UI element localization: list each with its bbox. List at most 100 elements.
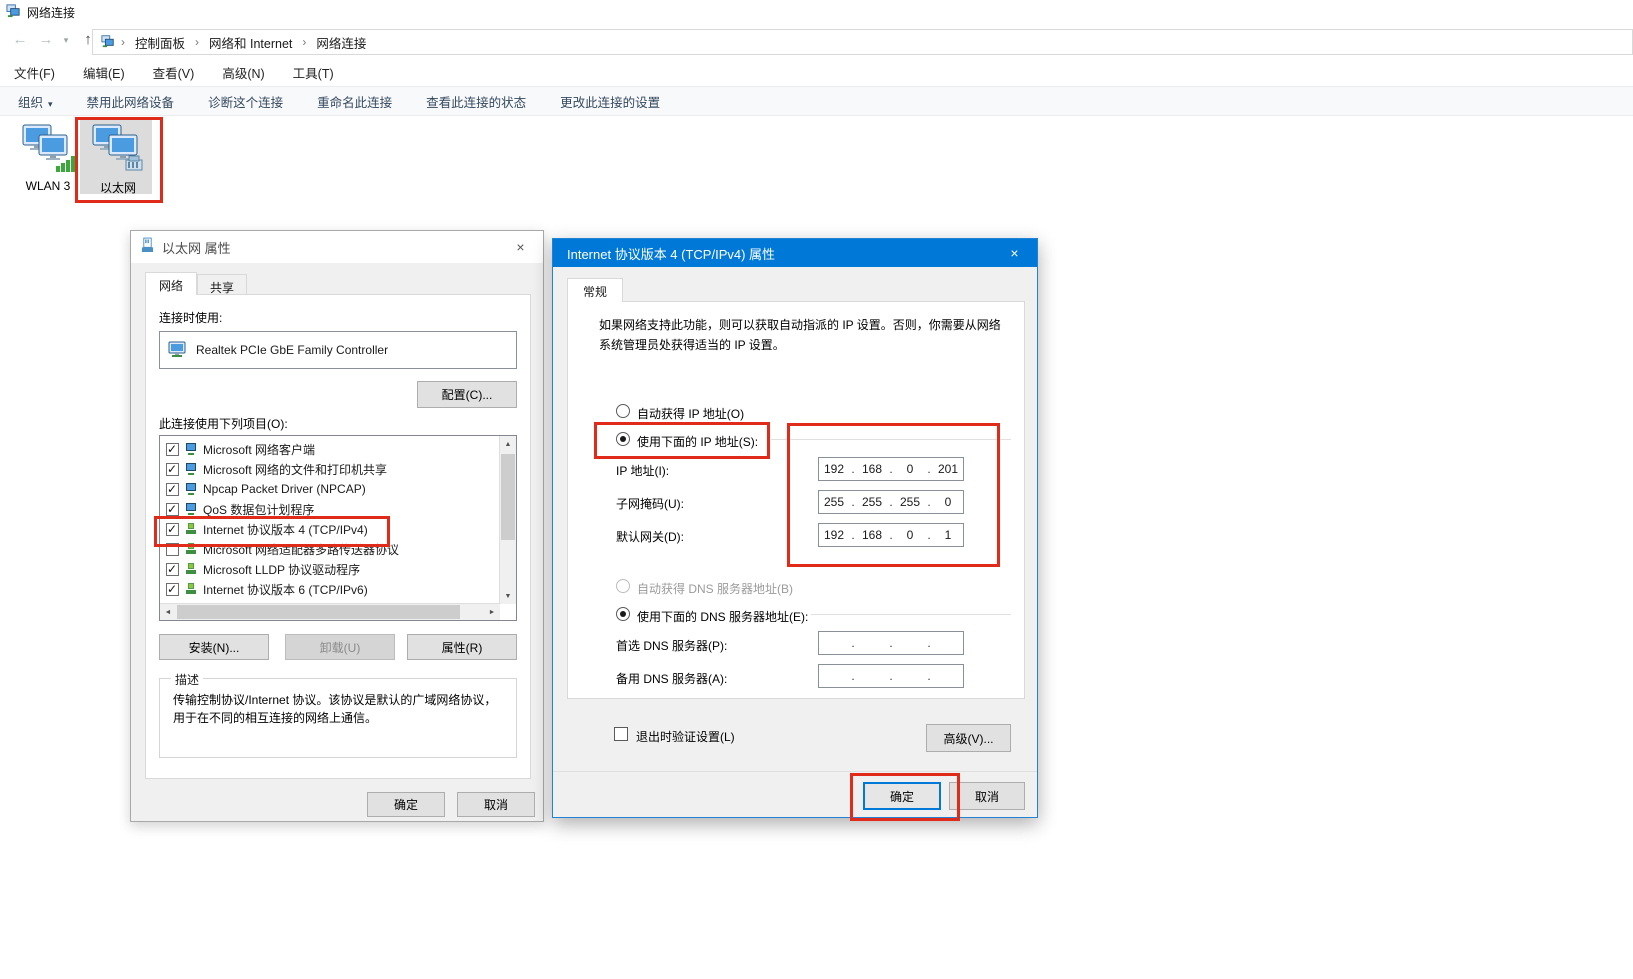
item-checkbox[interactable] xyxy=(166,583,179,596)
item-checkbox[interactable] xyxy=(166,543,179,556)
tcpipv4-properties-dialog: Internet 协议版本 4 (TCP/IPv4) 属性 × 常规 如果网络支… xyxy=(552,238,1038,818)
organize-menu-button[interactable]: 组织▾ xyxy=(18,92,53,111)
item-checkbox[interactable] xyxy=(166,483,179,496)
preferred-dns-field[interactable]: ... xyxy=(818,631,964,655)
scroll-right-icon[interactable]: ► xyxy=(484,604,500,620)
protocol-list-item[interactable]: Internet 协议版本 6 (TCP/IPv6) xyxy=(161,579,499,599)
item-label: Microsoft 网络适配器多路传送器协议 xyxy=(203,541,399,558)
cancel-button[interactable]: 取消 xyxy=(949,782,1025,810)
menu-view[interactable]: 查看(V) xyxy=(149,61,199,84)
breadcrumb-network-connections[interactable]: 网络连接 xyxy=(312,33,370,52)
protocol-list-item[interactable]: Internet 协议版本 4 (TCP/IPv4) xyxy=(161,519,499,539)
validate-settings-label[interactable]: 退出时验证设置(L) xyxy=(636,728,735,745)
intro-text: 如果网络支持此功能，则可以获取自动指派的 IP 设置。否则，你需要从网络系统管理… xyxy=(599,315,1001,355)
address-bar[interactable]: › 控制面板 › 网络和 Internet › 网络连接 xyxy=(92,29,1633,55)
tab-network[interactable]: 网络 xyxy=(145,272,197,295)
change-settings-button[interactable]: 更改此连接的设置 xyxy=(560,92,660,111)
item-checkbox[interactable] xyxy=(166,463,179,476)
horizontal-scrollbar[interactable]: ◄ ► xyxy=(160,603,500,620)
ip-address-field[interactable]: 192.168.0.201 xyxy=(818,457,964,481)
vertical-scrollbar[interactable]: ▲ ▼ xyxy=(499,436,516,604)
scroll-left-icon[interactable]: ◄ xyxy=(160,604,176,620)
protocol-list-item[interactable]: QoS 数据包计划程序 xyxy=(161,499,499,519)
ipv4-dialog-titlebar[interactable]: Internet 协议版本 4 (TCP/IPv4) 属性 × xyxy=(553,239,1037,267)
menu-advanced[interactable]: 高级(N) xyxy=(218,61,268,84)
radio-auto-ip[interactable] xyxy=(616,404,630,418)
advanced-button[interactable]: 高级(V)... xyxy=(926,724,1011,752)
tab-sharing[interactable]: 共享 xyxy=(197,274,247,295)
protocol-list-item[interactable]: Microsoft 网络的文件和打印机共享 xyxy=(161,459,499,479)
view-status-button[interactable]: 查看此连接的状态 xyxy=(426,92,526,111)
alternate-dns-label: 备用 DNS 服务器(A): xyxy=(616,670,727,687)
cancel-button[interactable]: 取消 xyxy=(457,792,535,817)
menu-edit[interactable]: 编辑(E) xyxy=(79,61,129,84)
item-checkbox[interactable] xyxy=(166,443,179,456)
disable-device-button[interactable]: 禁用此网络设备 xyxy=(87,92,175,111)
item-label: Npcap Packet Driver (NPCAP) xyxy=(203,482,366,496)
install-button[interactable]: 安装(N)... xyxy=(159,634,269,660)
radio-manual-dns-label[interactable]: 使用下面的 DNS 服务器地址(E): xyxy=(637,608,808,625)
breadcrumb-network-and-internet[interactable]: 网络和 Internet xyxy=(205,33,296,52)
validate-settings-checkbox[interactable] xyxy=(614,727,628,741)
forward-button[interactable]: → xyxy=(34,27,58,53)
protocol-list-item[interactable]: Npcap Packet Driver (NPCAP) xyxy=(161,479,499,499)
items-list-label: 此连接使用下列项目(O): xyxy=(159,415,288,432)
chevron-down-icon: ▾ xyxy=(48,99,53,109)
item-label: QoS 数据包计划程序 xyxy=(203,501,314,518)
menu-tools[interactable]: 工具(T) xyxy=(289,61,338,84)
recent-locations-chevron-icon[interactable]: ▾ xyxy=(58,27,74,53)
tab-general[interactable]: 常规 xyxy=(567,278,623,302)
item-checkbox[interactable] xyxy=(166,523,179,536)
radio-manual-ip-label[interactable]: 使用下面的 IP 地址(S): xyxy=(637,433,758,450)
close-icon[interactable]: × xyxy=(498,231,543,263)
subnet-mask-label: 子网掩码(U): xyxy=(616,495,684,512)
protocol-listbox[interactable]: Microsoft 网络客户端Microsoft 网络的文件和打印机共享 Npca… xyxy=(159,435,517,621)
item-checkbox[interactable] xyxy=(166,563,179,576)
breadcrumb-control-panel[interactable]: 控制面板 xyxy=(131,33,189,52)
alternate-dns-field[interactable]: ... xyxy=(818,664,964,688)
radio-manual-dns[interactable] xyxy=(616,607,630,621)
network-adapter-icon xyxy=(168,340,186,361)
rename-connection-button[interactable]: 重命名此连接 xyxy=(317,92,392,111)
subnet-mask-field[interactable]: 255.255.255.0 xyxy=(818,490,964,514)
back-button[interactable]: ← xyxy=(8,27,32,53)
protocol-icon xyxy=(185,523,197,535)
connection-item-wlan3[interactable]: WLAN 3 xyxy=(14,122,82,193)
protocol-list-item[interactable]: Microsoft 网络适配器多路传送器协议 xyxy=(161,539,499,559)
connection-item-ethernet[interactable]: 以太网 xyxy=(84,122,152,196)
scroll-down-icon[interactable]: ▼ xyxy=(500,588,516,604)
breadcrumb-separator-icon: › xyxy=(193,35,201,49)
ok-button[interactable]: 确定 xyxy=(367,792,445,817)
uninstall-button: 卸载(U) xyxy=(285,634,395,660)
protocol-list-item[interactable]: Microsoft 网络客户端 xyxy=(161,439,499,459)
item-label: Microsoft 网络客户端 xyxy=(203,441,315,458)
menu-file[interactable]: 文件(F) xyxy=(10,61,59,84)
diagnose-connection-button[interactable]: 诊断这个连接 xyxy=(208,92,283,111)
item-checkbox[interactable] xyxy=(166,503,179,516)
breadcrumb-separator-icon: › xyxy=(300,35,308,49)
default-gateway-field[interactable]: 192.168.0.1 xyxy=(818,523,964,547)
protocol-list-item[interactable]: Microsoft LLDP 协议驱动程序 xyxy=(161,559,499,579)
radio-manual-ip[interactable] xyxy=(616,432,630,446)
radio-auto-ip-label[interactable]: 自动获得 IP 地址(O) xyxy=(637,405,744,422)
protocol-icon xyxy=(185,543,197,555)
ok-button[interactable]: 确定 xyxy=(863,782,941,810)
adapter-name: Realtek PCIe GbE Family Controller xyxy=(196,343,388,357)
protocol-icon xyxy=(185,583,197,595)
configure-button[interactable]: 配置(C)... xyxy=(417,381,517,408)
radio-auto-dns xyxy=(616,579,630,593)
ip-address-label: IP 地址(I): xyxy=(616,462,669,479)
item-properties-button[interactable]: 属性(R) xyxy=(407,634,517,660)
connect-using-label: 连接时使用: xyxy=(159,309,222,326)
footer-divider xyxy=(553,771,1037,772)
window-title: 网络连接 xyxy=(27,4,75,21)
scrollbar-thumb[interactable] xyxy=(501,454,515,540)
item-label: Internet 协议版本 6 (TCP/IPv6) xyxy=(203,581,368,598)
client-icon xyxy=(185,443,197,455)
description-legend: 描述 xyxy=(171,671,203,688)
scroll-up-icon[interactable]: ▲ xyxy=(500,436,516,452)
scrollbar-thumb[interactable] xyxy=(177,605,460,619)
close-icon[interactable]: × xyxy=(992,239,1037,267)
ethernet-dialog-titlebar[interactable]: 以太网 属性 × xyxy=(131,231,543,263)
ethernet-plug-icon xyxy=(141,237,154,257)
